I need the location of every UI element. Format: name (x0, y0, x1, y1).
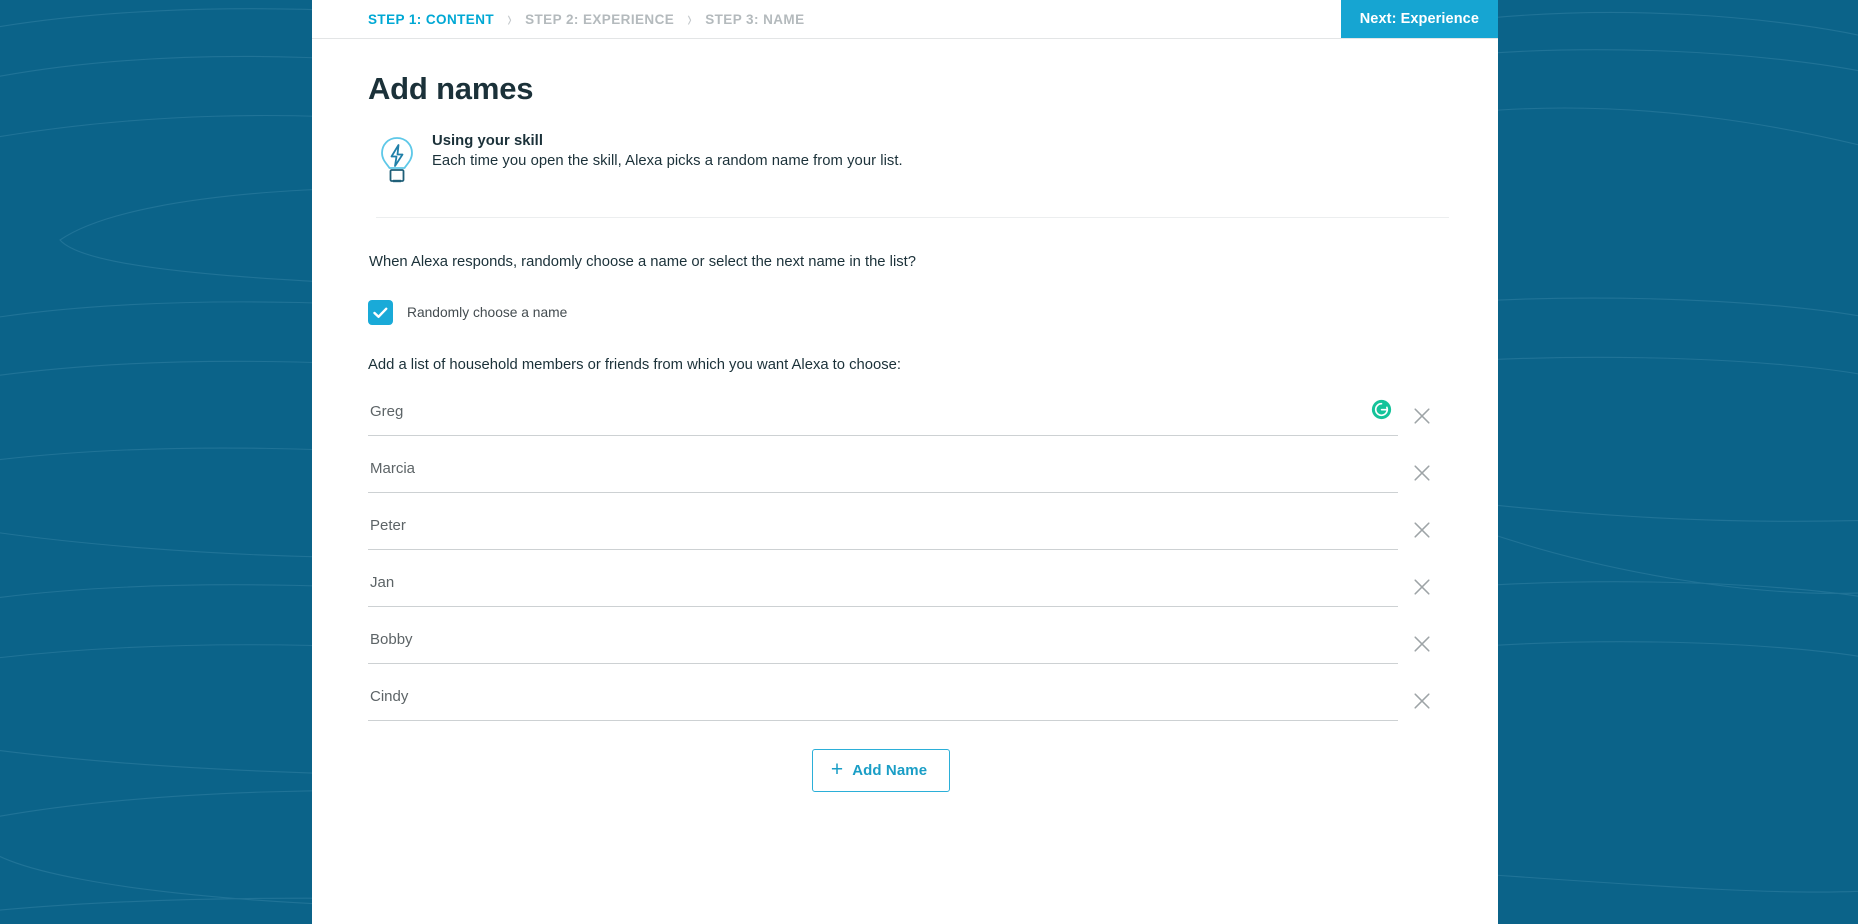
tip-block: Using your skill Each time you open the … (368, 133, 1442, 192)
name-list-prompt: Add a list of household members or frien… (368, 357, 901, 373)
main-panel: STEP 1: CONTENT › STEP 2: EXPERIENCE › S… (312, 0, 1498, 924)
wizard-step-bar: STEP 1: CONTENT › STEP 2: EXPERIENCE › S… (312, 0, 1498, 39)
randomly-choose-checkbox-label[interactable]: Randomly choose a name (407, 305, 567, 320)
randomly-choose-checkbox-row[interactable]: Randomly choose a name (368, 300, 1442, 325)
close-icon (1414, 635, 1430, 652)
tip-text-group: Using your skill Each time you open the … (432, 133, 903, 169)
name-row (368, 623, 1442, 680)
name-input-wrapper (368, 680, 1398, 721)
name-input-wrapper (368, 395, 1398, 436)
randomly-choose-checkbox[interactable] (368, 300, 393, 325)
content-area: Add names Using your skill Each time you… (312, 39, 1498, 792)
remove-name-button[interactable] (1403, 452, 1442, 493)
close-icon (1414, 464, 1430, 481)
name-input[interactable] (368, 680, 1398, 721)
name-row (368, 452, 1442, 509)
close-icon (1414, 692, 1430, 709)
name-input-wrapper (368, 452, 1398, 493)
name-input[interactable] (368, 623, 1398, 664)
step-1-content[interactable]: STEP 1: CONTENT (368, 12, 494, 27)
remove-name-button[interactable] (1403, 623, 1442, 664)
name-input[interactable] (368, 566, 1398, 607)
remove-name-button[interactable] (1403, 566, 1442, 607)
name-input[interactable] (368, 395, 1398, 436)
close-icon (1414, 407, 1430, 424)
step-2-experience[interactable]: STEP 2: EXPERIENCE (525, 12, 674, 27)
close-icon (1414, 578, 1430, 595)
close-icon (1414, 521, 1430, 538)
grammarly-icon[interactable] (1371, 399, 1392, 420)
plus-icon: + (830, 758, 844, 781)
add-name-button-row: + Add Name (368, 749, 1442, 792)
randomize-question-label: When Alexa responds, randomly choose a n… (369, 254, 916, 270)
lightbulb-icon (376, 135, 418, 192)
page-title: Add names (368, 71, 534, 106)
tip-description: Each time you open the skill, Alexa pick… (432, 153, 903, 169)
remove-name-button[interactable] (1403, 509, 1442, 550)
name-input[interactable] (368, 509, 1398, 550)
chevron-right-icon-1: › (507, 6, 512, 32)
name-row (368, 509, 1442, 566)
name-input-wrapper (368, 509, 1398, 550)
step-3-name[interactable]: STEP 3: NAME (705, 12, 804, 27)
section-divider (376, 217, 1449, 218)
checkmark-icon (373, 307, 388, 318)
name-input[interactable] (368, 452, 1398, 493)
name-row (368, 395, 1442, 452)
tip-heading: Using your skill (432, 133, 543, 149)
add-name-button[interactable]: + Add Name (811, 749, 951, 792)
add-name-button-label: Add Name (852, 762, 928, 779)
chevron-right-icon-2: › (687, 6, 692, 32)
name-row (368, 680, 1442, 737)
remove-name-button[interactable] (1403, 395, 1442, 436)
remove-name-button[interactable] (1403, 680, 1442, 721)
name-row (368, 566, 1442, 623)
next-experience-button[interactable]: Next: Experience (1340, 0, 1498, 38)
name-list (368, 395, 1442, 737)
name-input-wrapper (368, 623, 1398, 664)
name-input-wrapper (368, 566, 1398, 607)
